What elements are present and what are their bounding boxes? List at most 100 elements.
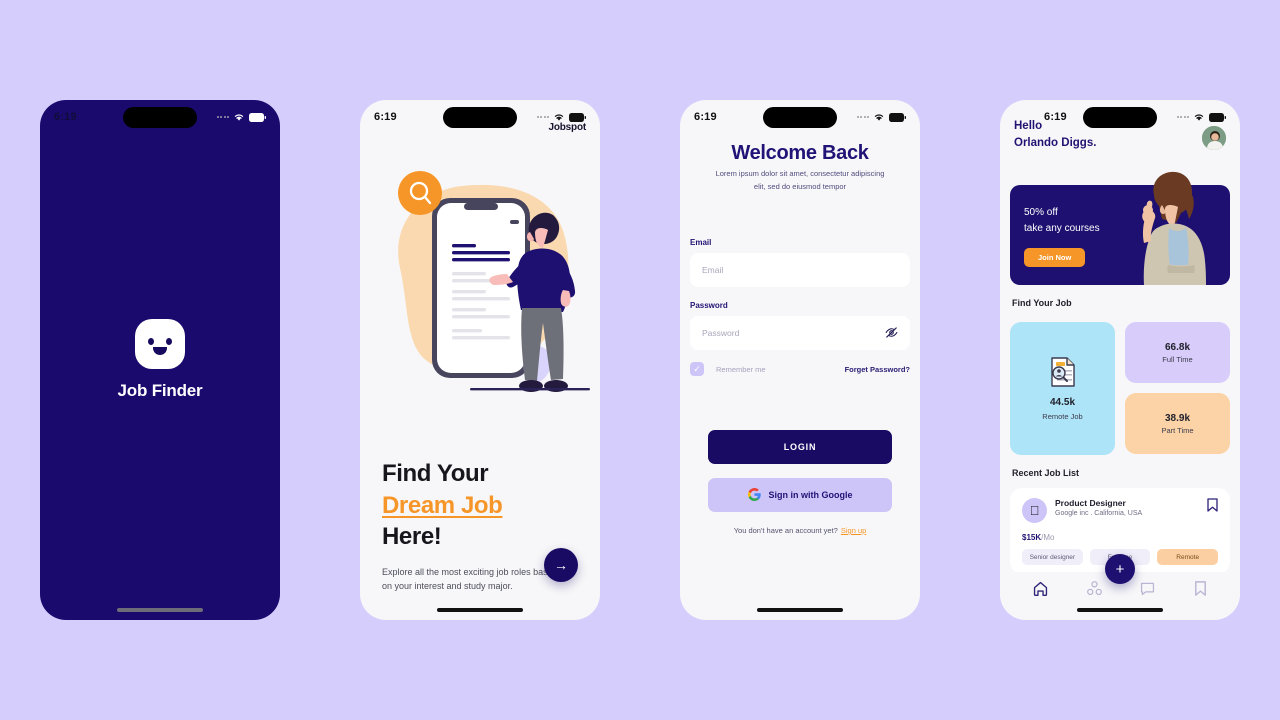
stat-label: Remote Job — [1042, 412, 1083, 421]
phone-home: 6:19 Hello Orlando Diggs. 50% off take a… — [1000, 100, 1240, 620]
home-indicator — [757, 608, 843, 612]
promo-banner[interactable]: 50% off take any courses Join Now — [1010, 171, 1230, 285]
onboarding-heading: Find Your Dream Job Here! — [382, 458, 578, 553]
app-title: Job Finder — [117, 381, 203, 400]
add-button[interactable]: + — [1105, 554, 1135, 584]
battery-icon — [889, 112, 906, 122]
login-form: Email Password ✓ Remember me Forget Pass… — [690, 238, 910, 376]
nav-home-icon[interactable] — [1032, 580, 1049, 602]
face-eye-right — [166, 338, 172, 345]
stat-card-remote[interactable]: 44.5k Remote Job — [1010, 322, 1115, 455]
job-pay-amount: $15K — [1022, 533, 1042, 542]
job-title: Product Designer — [1055, 498, 1126, 508]
email-field[interactable] — [690, 253, 910, 287]
google-signin-label: Sign in with Google — [768, 490, 853, 500]
signal-icon — [536, 116, 549, 118]
promo-image — [1116, 165, 1226, 285]
wifi-icon — [873, 113, 885, 122]
eye-off-icon[interactable] — [885, 326, 898, 341]
wifi-icon — [1193, 113, 1205, 122]
dynamic-island — [443, 107, 517, 128]
heading-line-3: Here! — [382, 523, 442, 551]
heading-line-1: Find Your — [382, 460, 489, 487]
battery-icon — [249, 112, 266, 122]
bookmark-icon[interactable] — [1207, 498, 1218, 517]
avatar[interactable] — [1200, 124, 1228, 152]
stat-card-parttime[interactable]: 38.9k Part Time — [1125, 393, 1230, 454]
nav-bookmark-icon[interactable] — [1193, 580, 1208, 602]
stat-value: 38.9k — [1164, 412, 1191, 424]
status-bar: 6:19 — [40, 100, 280, 134]
nav-chat-icon[interactable] — [1139, 580, 1156, 602]
promo-text: 50% off take any courses — [1024, 205, 1100, 236]
find-job-heading: Find Your Job — [1012, 298, 1072, 308]
job-pay-period: /Mo — [1041, 533, 1055, 542]
recent-job-heading: Recent Job List — [1012, 468, 1080, 478]
status-time: 6:19 — [374, 111, 397, 123]
password-input[interactable] — [702, 328, 885, 338]
onboarding-illustration — [360, 148, 600, 448]
remember-me-label: Remember me — [716, 364, 766, 374]
stat-column: 66.8k Full Time 38.9k Part Time — [1125, 322, 1230, 455]
phone-login: 6:19 Welcome Back Lorem ipsum dolor sit … — [680, 100, 920, 620]
status-icons — [1176, 112, 1226, 122]
email-label: Email — [690, 238, 712, 247]
google-signin-button[interactable]: Sign in with Google — [708, 478, 892, 512]
status-icons — [216, 112, 266, 122]
battery-icon — [1209, 112, 1226, 122]
home-indicator — [437, 608, 523, 612]
next-button[interactable]: → — [544, 548, 578, 582]
google-icon — [747, 487, 761, 503]
job-finder-face-icon — [135, 319, 185, 369]
face-eye-left — [148, 338, 154, 345]
signup-prompt: You don't have an account yet? — [733, 526, 838, 535]
password-label: Password — [690, 301, 728, 310]
stat-value: 44.5k — [1049, 397, 1076, 408]
user-name: Orlando Diggs. — [1014, 136, 1097, 149]
job-stats: 44.5k Remote Job 66.8k Full Time 38.9k P… — [1010, 322, 1230, 455]
page-subtitle: Lorem ipsum dolor sit amet, consectetur … — [715, 169, 885, 191]
phone-splash: 6:19 Job Finder — [40, 100, 280, 620]
status-time: 6:19 — [54, 111, 77, 123]
wifi-icon — [233, 113, 245, 122]
greeting-text: Hello — [1014, 120, 1043, 132]
password-field[interactable] — [690, 316, 910, 350]
status-icons — [856, 112, 906, 122]
status-time: 6:19 — [694, 111, 717, 123]
job-card-header:  Product Designer Google inc . Californ… — [1022, 498, 1218, 523]
home-indicator — [117, 608, 203, 612]
stat-label: Part Time — [1161, 425, 1194, 435]
face-smile — [153, 347, 167, 355]
remember-row: ✓ Remember me Forget Password? — [690, 362, 910, 376]
dynamic-island — [123, 107, 197, 128]
wifi-icon — [553, 113, 565, 122]
signup-link[interactable]: Sign up — [841, 526, 866, 535]
job-pay: $15K/Mo — [1022, 533, 1218, 542]
remember-me-checkbox[interactable]: ✓ — [690, 362, 704, 376]
nav-network-icon[interactable] — [1086, 580, 1103, 602]
dynamic-island — [763, 107, 837, 128]
job-tag[interactable]: Senior designer — [1022, 549, 1083, 565]
stat-card-fulltime[interactable]: 66.8k Full Time — [1125, 322, 1230, 383]
join-now-button[interactable]: Join Now — [1024, 248, 1086, 267]
document-search-icon — [1048, 356, 1078, 393]
job-meta: Google inc . California, USA — [1055, 510, 1143, 517]
login-button[interactable]: LOGIN — [708, 430, 892, 464]
job-text: Product Designer Google inc . California… — [1055, 498, 1142, 517]
phone-onboarding: 6:19 Jobspot Find Your Dream Job Here! E… — [360, 100, 600, 620]
signal-icon — [856, 116, 869, 118]
email-input[interactable] — [702, 265, 898, 275]
job-tag[interactable]: Remote — [1157, 549, 1219, 565]
forgot-password-link[interactable]: Forget Password? — [845, 365, 910, 374]
promo-line-2: take any courses — [1024, 222, 1100, 234]
battery-icon — [569, 112, 586, 122]
onboarding-subtitle: Explore all the most exciting job roles … — [382, 567, 558, 592]
heading-accent: Dream Job — [382, 491, 503, 519]
greeting-block: Hello Orlando Diggs. — [1014, 118, 1096, 151]
stat-value: 66.8k — [1164, 341, 1191, 353]
page-title: Welcome Back — [731, 142, 869, 164]
signal-icon — [216, 116, 229, 118]
signal-icon — [1176, 116, 1189, 118]
status-icons — [536, 112, 586, 122]
home-indicator — [1077, 608, 1163, 612]
